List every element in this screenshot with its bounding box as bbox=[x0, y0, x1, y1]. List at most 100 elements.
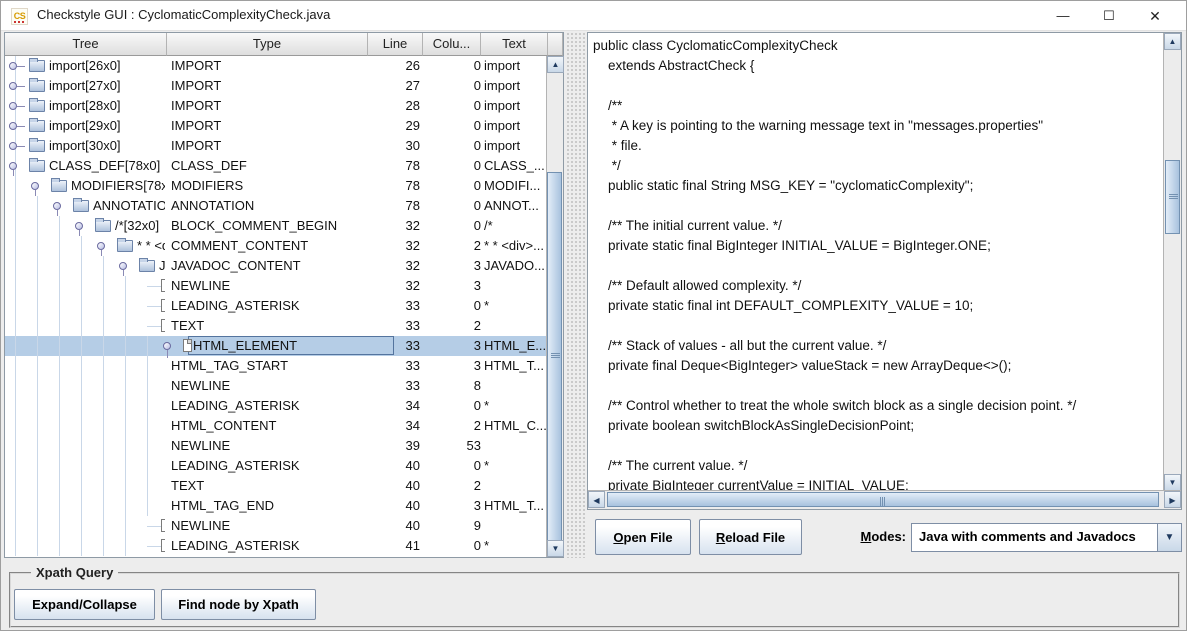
table-row[interactable]: ANNOTATION[78x0]ANNOTATION780ANNOT... bbox=[5, 196, 548, 216]
column-header-text[interactable]: Text bbox=[481, 33, 548, 56]
tree-guide-line bbox=[59, 316, 60, 336]
tree-vertical-scrollbar[interactable]: ▲ ▼ bbox=[546, 56, 563, 557]
column-header-type[interactable]: Type bbox=[167, 33, 368, 56]
tree-toggle-icon[interactable] bbox=[97, 242, 105, 250]
type-cell: MODIFIERS bbox=[171, 178, 243, 193]
table-header-corner bbox=[548, 33, 563, 56]
tree-guide-line bbox=[59, 276, 60, 296]
text-cell: JAVADO... bbox=[484, 258, 546, 273]
checkstyle-logo-icon: CS bbox=[11, 8, 28, 25]
column-header-column[interactable]: Colu... bbox=[423, 33, 481, 56]
table-row[interactable]: import[29x0]IMPORT290import bbox=[5, 116, 548, 136]
table-row[interactable]: CLASS_DEF[78x0]CLASS_DEF780CLASS_... bbox=[5, 156, 548, 176]
tree-cell: MODIFIERS[78x0] bbox=[5, 176, 165, 196]
table-row[interactable]: HTML_CONTENT342HTML_C... bbox=[5, 416, 548, 436]
scroll-up-icon[interactable]: ▲ bbox=[547, 56, 564, 73]
tree-node-label: CLASS_DEF[78x0] bbox=[49, 158, 160, 173]
line-cell: 30 bbox=[368, 138, 420, 153]
tree-toggle-icon[interactable] bbox=[9, 142, 17, 150]
tree-node-label: * * <div>... bbox=[137, 238, 165, 253]
column-cell: 0 bbox=[424, 198, 481, 213]
tree-guide-line bbox=[81, 396, 82, 416]
table-row[interactable]: import[30x0]IMPORT300import bbox=[5, 136, 548, 156]
tree-toggle-icon[interactable] bbox=[119, 262, 127, 270]
tree-guide-line bbox=[15, 216, 16, 236]
tree-toggle-icon[interactable] bbox=[31, 182, 39, 190]
scroll-left-icon[interactable]: ◀ bbox=[588, 491, 605, 508]
table-row[interactable]: HTML_ELEMENT333HTML_E... bbox=[5, 336, 548, 356]
find-node-by-xpath-button[interactable]: Find node by Xpath bbox=[161, 589, 316, 620]
table-row[interactable]: NEWLINE3953 bbox=[5, 436, 548, 456]
table-row[interactable]: * * <div>...COMMENT_CONTENT322* * <div>.… bbox=[5, 236, 548, 256]
modes-dropdown[interactable]: Java with comments and Javadocs ▼ bbox=[911, 523, 1182, 552]
table-row[interactable]: TEXT332 bbox=[5, 316, 548, 336]
code-line: /** Default allowed complexity. */ bbox=[593, 278, 1163, 298]
code-line: private final Deque<BigInteger> valueSta… bbox=[593, 358, 1163, 378]
tree-guide-line bbox=[81, 496, 82, 516]
type-cell: ANNOTATION bbox=[171, 198, 254, 213]
tree-node-label: MODIFIERS[78x0] bbox=[71, 178, 165, 193]
code-horizontal-scrollbar[interactable]: ◀ ▶ bbox=[588, 490, 1181, 509]
selected-node-box[interactable]: HTML_ELEMENT bbox=[188, 336, 394, 355]
tree-toggle-icon[interactable] bbox=[9, 162, 17, 170]
minimize-icon[interactable]: — bbox=[1040, 1, 1086, 31]
open-file-button[interactable]: Open File bbox=[595, 519, 691, 555]
tree-toggle-icon[interactable] bbox=[163, 342, 171, 350]
tree-toggle-icon[interactable] bbox=[53, 202, 61, 210]
column-header-tree[interactable]: Tree bbox=[5, 33, 167, 56]
table-row[interactable]: import[26x0]IMPORT260import bbox=[5, 56, 548, 76]
tree-guide-line bbox=[37, 276, 38, 296]
code-scrollbar-thumb[interactable] bbox=[1165, 160, 1180, 234]
tree-guide-line bbox=[147, 456, 148, 476]
table-row[interactable]: LEADING_ASTERISK340* bbox=[5, 396, 548, 416]
table-row[interactable]: JAVADOC_CONTENTJAVADOC_CONTENT323JAVADO.… bbox=[5, 256, 548, 276]
table-row[interactable]: NEWLINE323 bbox=[5, 276, 548, 296]
table-row[interactable]: import[28x0]IMPORT280import bbox=[5, 96, 548, 116]
scroll-up-icon[interactable]: ▲ bbox=[1164, 33, 1181, 50]
tree-toggle-icon[interactable] bbox=[9, 102, 17, 110]
close-icon[interactable]: ✕ bbox=[1132, 1, 1178, 31]
line-cell: 27 bbox=[368, 78, 420, 93]
table-row[interactable]: LEADING_ASTERISK330* bbox=[5, 296, 548, 316]
tree-cell bbox=[5, 296, 165, 316]
reload-file-button[interactable]: Reload File bbox=[699, 519, 802, 555]
code-line: public class CyclomaticComplexityCheck bbox=[593, 38, 1163, 58]
column-header-line[interactable]: Line bbox=[368, 33, 423, 56]
table-row[interactable]: MODIFIERS[78x0]MODIFIERS780MODIFI... bbox=[5, 176, 548, 196]
source-code-text[interactable]: public class CyclomaticComplexityCheck e… bbox=[588, 33, 1163, 490]
scroll-right-icon[interactable]: ▶ bbox=[1164, 491, 1181, 508]
table-row[interactable]: LEADING_ASTERISK410* bbox=[5, 536, 548, 556]
table-row[interactable]: NEWLINE409 bbox=[5, 516, 548, 536]
tree-guide-line bbox=[37, 476, 38, 496]
code-hscrollbar-thumb[interactable] bbox=[607, 492, 1159, 507]
scroll-down-icon[interactable]: ▼ bbox=[547, 540, 564, 557]
tree-toggle-icon[interactable] bbox=[9, 82, 17, 90]
tree-cell: * * <div>... bbox=[5, 236, 165, 256]
tree-cell bbox=[5, 516, 165, 536]
column-cell: 0 bbox=[424, 118, 481, 133]
table-row[interactable]: import[27x0]IMPORT270import bbox=[5, 76, 548, 96]
code-vertical-scrollbar[interactable]: ▲ ▼ bbox=[1163, 33, 1181, 491]
code-line: extends AbstractCheck { bbox=[593, 58, 1163, 78]
split-pane-divider[interactable] bbox=[566, 32, 586, 558]
table-row[interactable]: HTML_TAG_START333HTML_T... bbox=[5, 356, 548, 376]
tree-toggle-icon[interactable] bbox=[9, 122, 17, 130]
table-row[interactable]: HTML_TAG_END403HTML_T... bbox=[5, 496, 548, 516]
tree-guide-line bbox=[125, 536, 126, 556]
type-cell: IMPORT bbox=[171, 78, 221, 93]
tree-toggle-icon[interactable] bbox=[9, 62, 17, 70]
tree-cell bbox=[5, 316, 165, 336]
scroll-down-icon[interactable]: ▼ bbox=[1164, 474, 1181, 491]
tree-scrollbar-thumb[interactable] bbox=[547, 172, 562, 542]
table-row[interactable]: TEXT402 bbox=[5, 476, 548, 496]
expand-collapse-button[interactable]: Expand/Collapse bbox=[14, 589, 155, 620]
table-row[interactable]: LEADING_ASTERISK400* bbox=[5, 456, 548, 476]
chevron-down-icon[interactable]: ▼ bbox=[1157, 524, 1181, 551]
tree-guide-line bbox=[103, 516, 104, 536]
table-row[interactable]: NEWLINE338 bbox=[5, 376, 548, 396]
text-cell: import bbox=[484, 78, 546, 93]
maximize-icon[interactable]: ☐ bbox=[1086, 1, 1132, 31]
tree-guide-line bbox=[37, 396, 38, 416]
table-row[interactable]: /*[32x0]BLOCK_COMMENT_BEGIN320/* bbox=[5, 216, 548, 236]
tree-toggle-icon[interactable] bbox=[75, 222, 83, 230]
